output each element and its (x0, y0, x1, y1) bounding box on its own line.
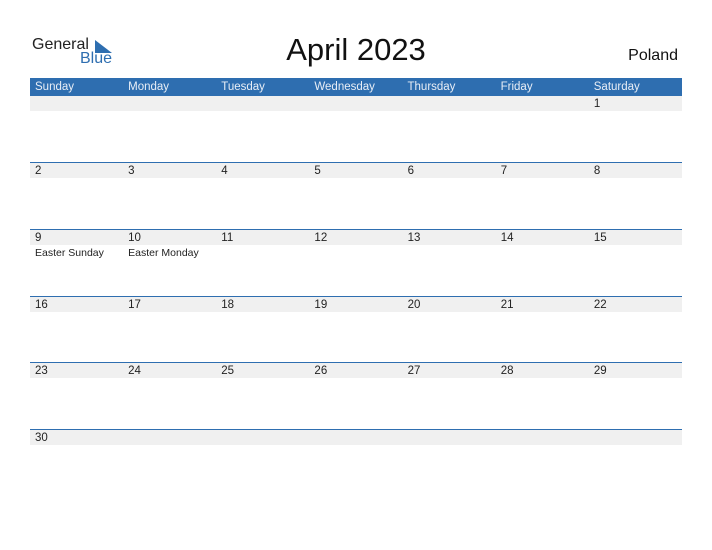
day-cell (309, 96, 402, 163)
day-cell: 11 (216, 230, 309, 297)
day-number: 21 (500, 299, 514, 311)
day-cell: 8 (589, 163, 682, 230)
page-title: April 2023 (286, 32, 426, 67)
holiday-label: Easter Monday (128, 247, 199, 259)
day-cell: 22 (589, 297, 682, 364)
day-cell: 24 (123, 363, 216, 430)
day-number: 13 (407, 232, 421, 244)
week-row: 1 (30, 96, 682, 163)
day-cell: 7 (496, 163, 589, 230)
day-number: 3 (128, 165, 135, 177)
day-number: 24 (128, 365, 141, 377)
day-number: 15 (593, 232, 607, 244)
day-number: 14 (500, 232, 514, 244)
weekday-header: Sunday Monday Tuesday Wednesday Thursday… (30, 78, 682, 96)
day-cell: 27 (403, 363, 496, 430)
day-cell: 23 (30, 363, 123, 430)
day-cell: 5 (309, 163, 402, 230)
week-row: 2 3 4 5 6 7 8 (30, 162, 682, 230)
day-number: 30 (35, 432, 48, 444)
week-row: 30 (30, 429, 682, 497)
country-label: Poland (628, 47, 678, 64)
day-cell: 13 (403, 230, 496, 297)
day-number: 5 (314, 165, 321, 177)
day-number: 2 (35, 165, 42, 177)
day-cell: 30 (30, 430, 123, 497)
day-cell: 3 (123, 163, 216, 230)
day-cell: 2 (30, 163, 123, 230)
day-number: 12 (314, 232, 328, 244)
day-cell: 16 (30, 297, 123, 364)
day-number: 29 (593, 365, 607, 377)
day-cell: 20 (403, 297, 496, 364)
week-row: 16 17 18 19 20 21 22 (30, 296, 682, 364)
day-cell (123, 96, 216, 163)
day-number: 23 (35, 365, 48, 377)
day-cell (123, 430, 216, 497)
day-cell: 14 (496, 230, 589, 297)
day-number: 25 (221, 365, 235, 377)
holiday-label: Easter Sunday (35, 247, 104, 259)
day-number: 20 (407, 299, 421, 311)
day-cell: 12 (309, 230, 402, 297)
day-number: 11 (221, 232, 234, 244)
week-row: 9 Easter Sunday 10 Easter Monday 11 12 13 14 15 (30, 229, 682, 297)
day-number: 17 (128, 299, 141, 311)
day-cell: 17 (123, 297, 216, 364)
weekday-sunday: Sunday (35, 81, 75, 93)
day-cell: 21 (496, 297, 589, 364)
day-cell: 19 (309, 297, 402, 364)
day-cell: 26 (309, 363, 402, 430)
day-cell (216, 96, 309, 163)
day-cell (309, 430, 402, 497)
day-cell: 29 (589, 363, 682, 430)
day-number: 19 (314, 299, 328, 311)
weekday-saturday: Saturday (593, 81, 640, 93)
day-number: 9 (35, 232, 42, 244)
day-cell (403, 96, 496, 163)
day-cell (496, 430, 589, 497)
day-cell (589, 430, 682, 497)
day-number: 18 (221, 299, 235, 311)
day-cell: 15 (589, 230, 682, 297)
day-cell: 9 Easter Sunday (30, 230, 123, 297)
weekday-wednesday: Wednesday (314, 81, 375, 93)
day-cell: 10 Easter Monday (123, 230, 216, 297)
day-number: 8 (593, 165, 601, 177)
day-cell: 6 (403, 163, 496, 230)
day-cell (403, 430, 496, 497)
weekday-tuesday: Tuesday (221, 81, 265, 93)
weekday-friday: Friday (500, 81, 533, 93)
day-number: 4 (221, 165, 228, 177)
day-cell (496, 96, 589, 163)
day-cell (30, 96, 123, 163)
weekday-thursday: Thursday (407, 81, 456, 93)
day-number: 1 (593, 98, 601, 110)
day-cell: 1 (589, 96, 682, 163)
day-cell: 28 (496, 363, 589, 430)
weekday-monday: Monday (128, 81, 170, 93)
day-number: 16 (35, 299, 48, 311)
week-row: 23 24 25 26 27 28 29 (30, 362, 682, 430)
day-number: 7 (500, 165, 508, 177)
day-cell: 18 (216, 297, 309, 364)
day-number: 28 (500, 365, 514, 377)
day-number: 26 (314, 365, 328, 377)
day-number: 10 (128, 232, 141, 244)
day-number: 27 (407, 365, 421, 377)
day-cell (216, 430, 309, 497)
day-cell: 4 (216, 163, 309, 230)
day-cell: 25 (216, 363, 309, 430)
day-number: 6 (407, 165, 414, 177)
day-number: 22 (593, 299, 607, 311)
